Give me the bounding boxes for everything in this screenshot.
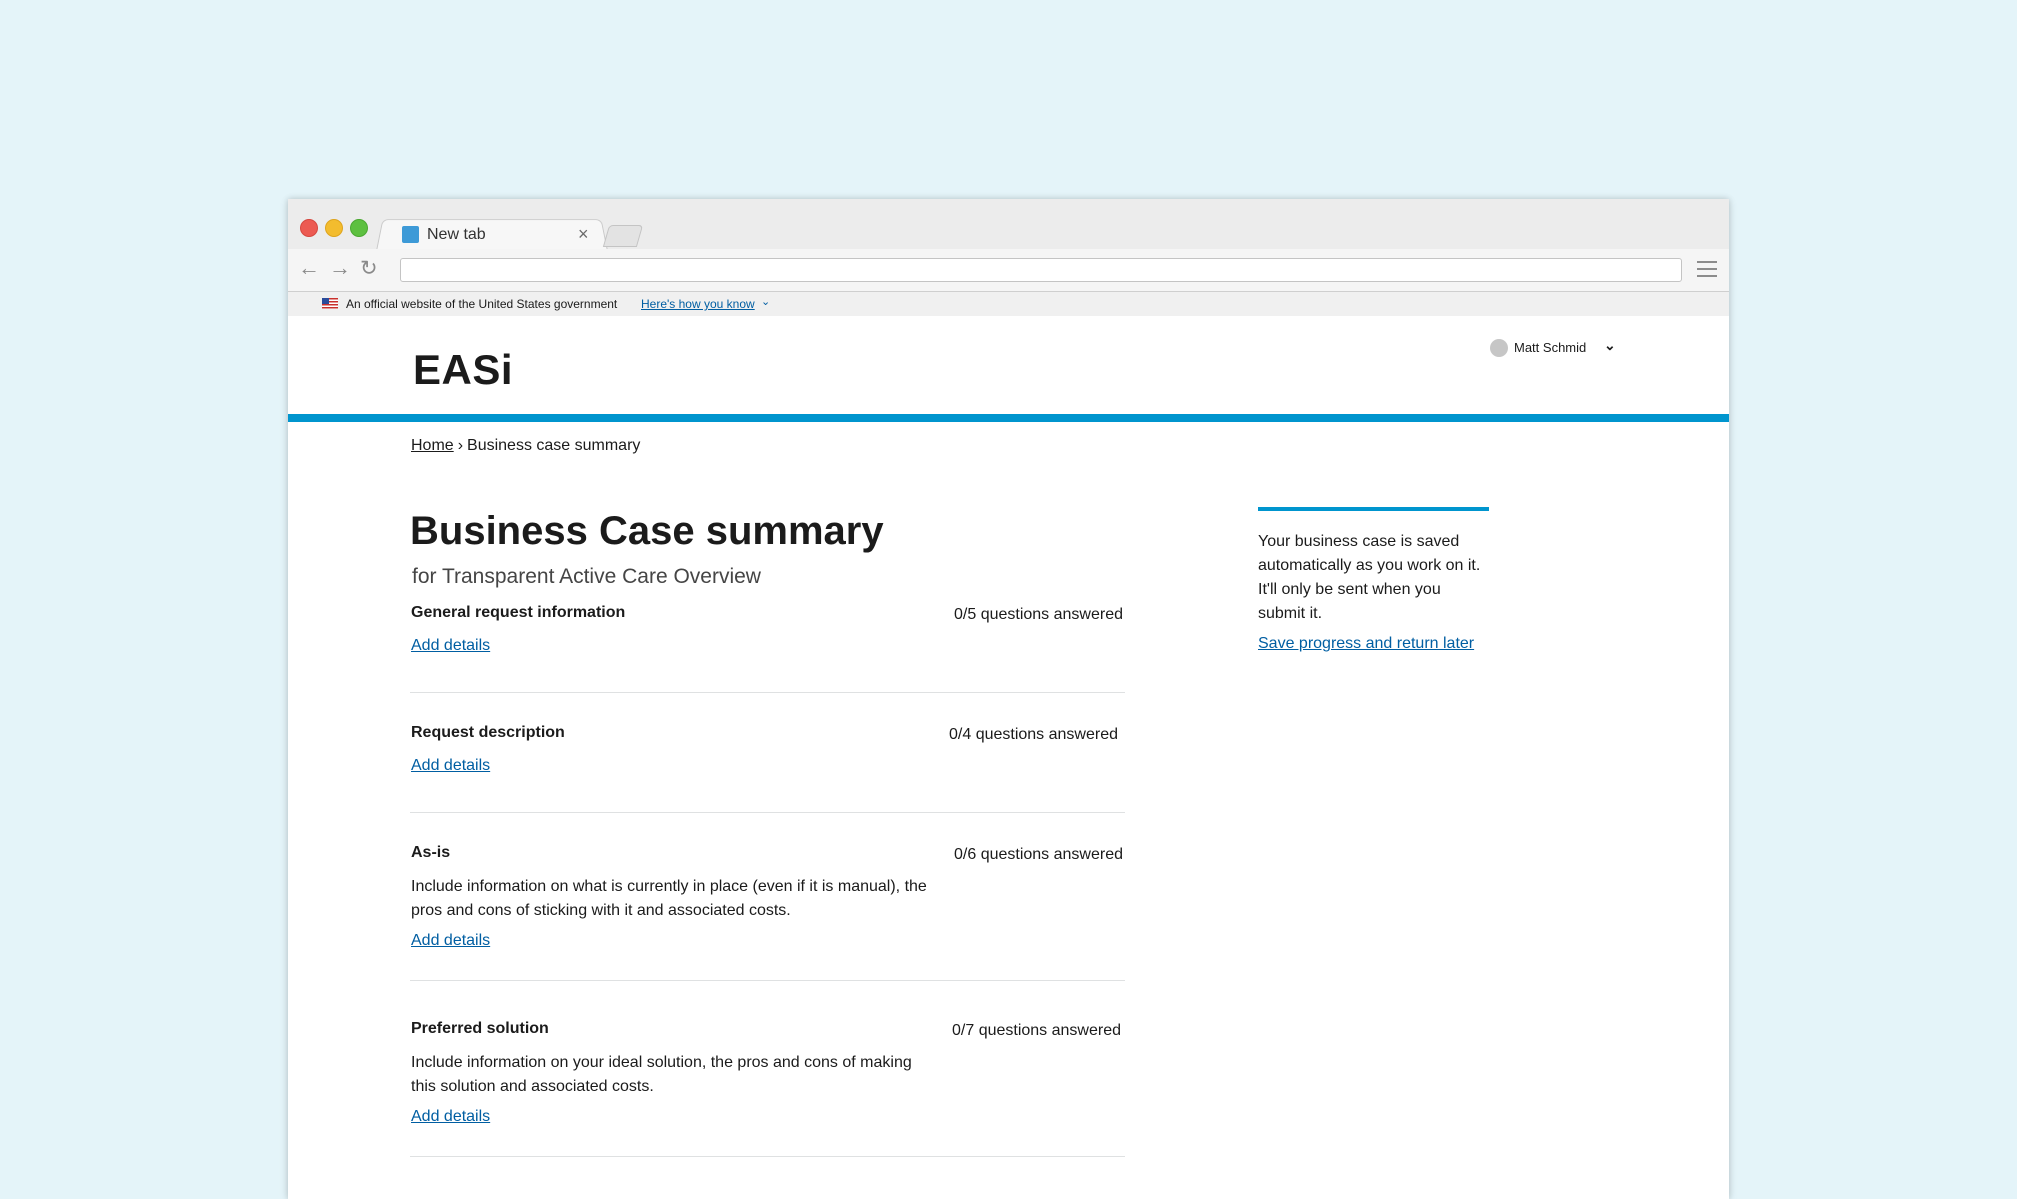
maximize-window-button[interactable] [350, 219, 368, 237]
arrow-left-icon[interactable]: ← [298, 257, 320, 279]
breadcrumb: Home › Business case summary [411, 437, 640, 455]
section-title: General request information [411, 604, 626, 621]
browser-tab-bar: New tab × [288, 199, 1729, 251]
close-window-button[interactable] [300, 219, 318, 237]
browser-toolbar: ← → ↻ [288, 249, 1729, 292]
add-details-link[interactable]: Add details [411, 932, 490, 950]
header-accent-bar [288, 414, 1729, 422]
arrow-right-icon[interactable]: → [329, 257, 351, 279]
chevron-down-icon[interactable]: ⌄ [761, 295, 770, 308]
add-details-link[interactable]: Add details [411, 1108, 490, 1126]
section-description: Include information on your ideal soluti… [411, 1054, 912, 1095]
breadcrumb-separator: › [457, 437, 464, 454]
sidebar-save-info: Your business case is saved automaticall… [1258, 507, 1490, 653]
breadcrumb-home-link[interactable]: Home [411, 437, 454, 454]
address-bar[interactable] [400, 258, 1682, 282]
hamburger-menu-icon[interactable] [1697, 261, 1717, 277]
gov-banner-link[interactable]: Here's how you know [641, 297, 755, 311]
section-description: Include information on what is currently… [411, 878, 927, 919]
browser-window: New tab × ← → ↻ An official website of t… [288, 199, 1729, 1199]
us-flag-icon [322, 298, 338, 309]
add-details-link[interactable]: Add details [411, 757, 490, 775]
minimize-window-button[interactable] [325, 219, 343, 237]
tab-close-icon[interactable]: × [578, 224, 589, 245]
section-as-is: As-is 0/6 questions answered Include inf… [410, 844, 1125, 981]
section-progress: 0/7 questions answered [952, 1022, 1121, 1039]
avatar [1490, 339, 1508, 357]
chevron-down-icon: ⌄ [1604, 337, 1616, 353]
section-title: As-is [411, 844, 451, 861]
section-preferred-solution: Preferred solution 0/7 questions answere… [410, 1020, 1125, 1157]
gov-banner: An official website of the United States… [288, 292, 1729, 316]
site-logo[interactable]: EASi [413, 346, 513, 394]
user-name: Matt Schmid [1514, 340, 1587, 355]
section-request-description: Request description 0/4 questions answer… [410, 724, 1125, 813]
favicon-icon [402, 226, 419, 243]
browser-tab-content[interactable]: New tab × [402, 224, 602, 247]
sidebar-text: Your business case is saved automaticall… [1258, 533, 1481, 622]
reload-icon[interactable]: ↻ [360, 258, 378, 280]
sidebar-accent-bar [1258, 507, 1489, 511]
section-progress: 0/5 questions answered [954, 606, 1123, 623]
gov-banner-text: An official website of the United States… [346, 297, 618, 311]
section-progress: 0/4 questions answered [949, 726, 1118, 743]
add-details-link[interactable]: Add details [411, 637, 490, 655]
section-title: Preferred solution [411, 1020, 549, 1037]
breadcrumb-current: Business case summary [467, 437, 641, 454]
new-tab-button[interactable] [602, 225, 644, 247]
site-header: EASi Matt Schmid ⌄ [288, 316, 1729, 414]
save-progress-link[interactable]: Save progress and return later [1258, 635, 1474, 653]
user-menu[interactable]: Matt Schmid ⌄ [1490, 337, 1630, 358]
section-progress: 0/6 questions answered [954, 846, 1123, 863]
section-title: Request description [411, 724, 565, 741]
page-viewport: An official website of the United States… [288, 292, 1729, 1199]
page-subtitle: for Transparent Active Care Overview [412, 565, 761, 588]
section-list: General request information 0/5 question… [410, 604, 1125, 1196]
page-title: Business Case summary [410, 509, 884, 553]
section-general-request: General request information 0/5 question… [410, 604, 1125, 693]
tab-title: New tab [427, 226, 486, 243]
